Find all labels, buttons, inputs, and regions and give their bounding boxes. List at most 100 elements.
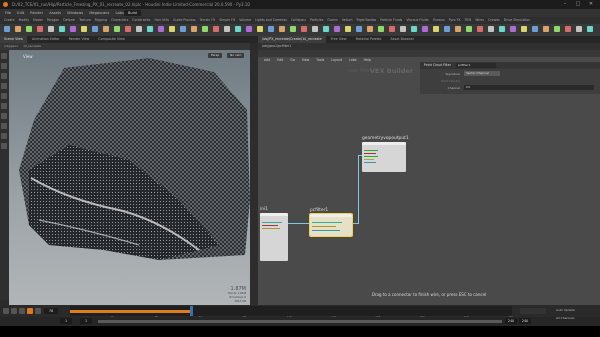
wire-vertical[interactable]: [358, 155, 359, 224]
shelf-tool-icon[interactable]: [367, 26, 373, 32]
net-menu-view[interactable]: View: [302, 58, 310, 62]
node-output-body[interactable]: [362, 142, 406, 172]
shelf-tool-icon[interactable]: [444, 26, 450, 32]
step-forward-icon[interactable]: [35, 308, 41, 314]
node-input-port[interactable]: [262, 222, 282, 223]
shelf-tool-icon[interactable]: [356, 26, 362, 32]
net-menu-add[interactable]: Add: [264, 58, 270, 62]
net-menu-tools[interactable]: Tools: [316, 58, 324, 62]
range-slider[interactable]: [98, 320, 502, 323]
node-name-field[interactable]: pcfilter1: [455, 62, 496, 68]
shelf-tool-icon[interactable]: [103, 26, 109, 32]
step-back-icon[interactable]: [11, 308, 17, 314]
pose-tool-icon[interactable]: [1, 103, 7, 109]
shelf-tool-icon[interactable]: [554, 26, 560, 32]
shelf-tool-icon[interactable]: [334, 26, 340, 32]
shelf-tool-icon[interactable]: [532, 26, 538, 32]
net-menu-labs[interactable]: Labs: [349, 58, 356, 62]
shelf-tool-icon[interactable]: [499, 26, 505, 32]
timeline-playhead[interactable]: [190, 306, 193, 316]
handle-tool-icon[interactable]: [1, 93, 7, 99]
shelf-tab[interactable]: Volume: [239, 17, 251, 24]
shelf-tool-icon[interactable]: [378, 26, 384, 32]
shelf-tool-icon[interactable]: [37, 26, 43, 32]
shelf-tool-icon[interactable]: [59, 26, 65, 32]
play-icon[interactable]: [27, 308, 33, 314]
shelf-tool-icon[interactable]: [202, 26, 208, 32]
shelf-tab[interactable]: Characters: [111, 17, 128, 24]
shelf-tool-icon[interactable]: [290, 26, 296, 32]
close-button[interactable]: ✕: [586, 0, 596, 9]
shelf-tool-icon[interactable]: [92, 26, 98, 32]
viewport-context[interactable]: 10_recreate: [23, 44, 41, 48]
shelf-tool-icon[interactable]: [466, 26, 472, 32]
tab-composite-view[interactable]: Composite View: [94, 36, 128, 43]
shelf-tool-icon[interactable]: [4, 26, 10, 32]
stop-icon[interactable]: [19, 308, 25, 314]
shelf-tool-icon[interactable]: [257, 26, 263, 32]
shelf-tool-icon[interactable]: [301, 26, 307, 32]
shelf-tab[interactable]: Crowds: [488, 17, 500, 24]
shelf-tool-icon[interactable]: [246, 26, 252, 32]
node-input-port[interactable]: [262, 225, 278, 226]
tab-render-view[interactable]: Render View: [65, 36, 94, 43]
shelf-tab[interactable]: Polygon: [47, 17, 60, 24]
shelf-tool-icon[interactable]: [279, 26, 285, 32]
shelf-tool-icon[interactable]: [26, 26, 32, 32]
select-tool-icon[interactable]: [1, 53, 7, 59]
play-reverse-icon[interactable]: [3, 308, 9, 314]
shelf-tool-icon[interactable]: [147, 26, 153, 32]
tab-scene-view[interactable]: Scene View: [0, 36, 27, 43]
shelf-tab[interactable]: Rigid Bodies: [357, 17, 377, 24]
shelf-tool-icon[interactable]: [411, 26, 417, 32]
shelf-tool-icon[interactable]: [422, 26, 428, 32]
viewport-path[interactable]: /obj/geo1: [4, 44, 18, 48]
realtime-toggle[interactable]: [520, 308, 546, 314]
shelf-tab[interactable]: Guide Process: [173, 17, 195, 24]
menu-edit[interactable]: Edit: [17, 9, 24, 17]
node-pcfilter-port[interactable]: [312, 230, 340, 231]
desktop-selector[interactable]: Build: [124, 10, 141, 16]
menu-megascans[interactable]: Megascans: [89, 9, 109, 17]
shelf-tool-icon[interactable]: [15, 26, 21, 32]
node-output-port[interactable]: [364, 159, 374, 160]
camera-select-button[interactable]: No cam: [227, 53, 245, 58]
shelf-tab[interactable]: Grains: [327, 17, 337, 24]
menu-windows[interactable]: Windows: [67, 9, 83, 17]
shelf-tab[interactable]: Wires: [475, 17, 484, 24]
move-tool-icon[interactable]: [1, 63, 7, 69]
range-start-field[interactable]: 1: [60, 318, 72, 324]
shelf-tool-icon[interactable]: [510, 26, 516, 32]
shelf-tool-icon[interactable]: [488, 26, 494, 32]
channel-field[interactable]: Cd: [464, 85, 594, 90]
shelf-tab[interactable]: Modify: [19, 17, 30, 24]
net-menu-help[interactable]: Help: [364, 58, 371, 62]
shelf-tool-icon[interactable]: [48, 26, 54, 32]
shelf-tool-icon[interactable]: [576, 26, 582, 32]
shelf-tool-icon[interactable]: [169, 26, 175, 32]
shelf-tab[interactable]: Lights and Cameras: [255, 17, 287, 24]
tab-asset-browser[interactable]: Asset Browser: [387, 36, 418, 43]
node-output-port[interactable]: [364, 156, 378, 157]
shelf-tool-icon[interactable]: [213, 26, 219, 32]
node-input-body[interactable]: [260, 213, 288, 261]
shelf-tab[interactable]: Hair Utils: [154, 17, 169, 24]
tab-tree-view[interactable]: Tree View: [327, 36, 351, 43]
shelf-tool-icon[interactable]: [323, 26, 329, 32]
rotate-tool-icon[interactable]: [1, 73, 7, 79]
node-output-port[interactable]: [364, 162, 376, 163]
tab-animation-editor[interactable]: Animation Editor: [28, 36, 64, 43]
range-end-field[interactable]: 240: [505, 318, 517, 324]
shelf-tool-icon[interactable]: [543, 26, 549, 32]
shelf-tab[interactable]: Terrain FX: [200, 17, 216, 24]
render-tool-icon[interactable]: [1, 143, 7, 149]
shelf-tool-icon[interactable]: [81, 26, 87, 32]
node-output-port[interactable]: [364, 153, 376, 154]
node-pcfilter-body[interactable]: [309, 213, 353, 237]
net-menu-layout[interactable]: Layout: [331, 58, 342, 62]
network-path[interactable]: /obj/geo1/pcfilter1: [262, 44, 291, 48]
camera-persp-button[interactable]: Persp: [208, 53, 223, 58]
shelf-tool-icon[interactable]: [136, 26, 142, 32]
auto-update-option[interactable]: Auto Update: [556, 308, 575, 312]
shelf-tab[interactable]: Particles: [310, 17, 323, 24]
